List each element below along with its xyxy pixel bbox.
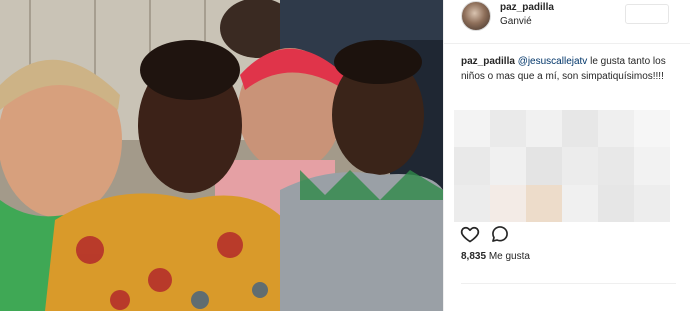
heart-outline-icon[interactable] [460, 224, 480, 244]
post-location[interactable]: Ganvié [500, 16, 532, 27]
likes-label: Me gusta [488, 251, 530, 262]
post-caption: paz_padilla @jesuscallejatv le gusta tan… [461, 54, 676, 84]
comment-bubble-icon[interactable] [490, 224, 510, 244]
likes-count[interactable]: 8,835 Me gusta [461, 251, 530, 262]
blurred-comments [454, 110, 670, 222]
avatar[interactable] [461, 1, 491, 31]
post-sidebar: paz_padilla Ganvié paz_padilla @jesuscal… [443, 0, 690, 311]
caption-mention[interactable]: @jesuscallejatv [518, 56, 588, 67]
divider [461, 283, 676, 284]
caption-username[interactable]: paz_padilla [461, 56, 515, 67]
likes-number: 8,835 [461, 251, 487, 262]
follow-button[interactable] [625, 4, 669, 24]
post-photo[interactable] [0, 0, 443, 311]
instagram-post: paz_padilla Ganvié paz_padilla @jesuscal… [0, 0, 690, 311]
post-actions [460, 224, 680, 244]
post-photo-illustration [0, 0, 443, 311]
post-username[interactable]: paz_padilla [500, 2, 554, 13]
post-header: paz_padilla Ganvié [444, 0, 690, 44]
